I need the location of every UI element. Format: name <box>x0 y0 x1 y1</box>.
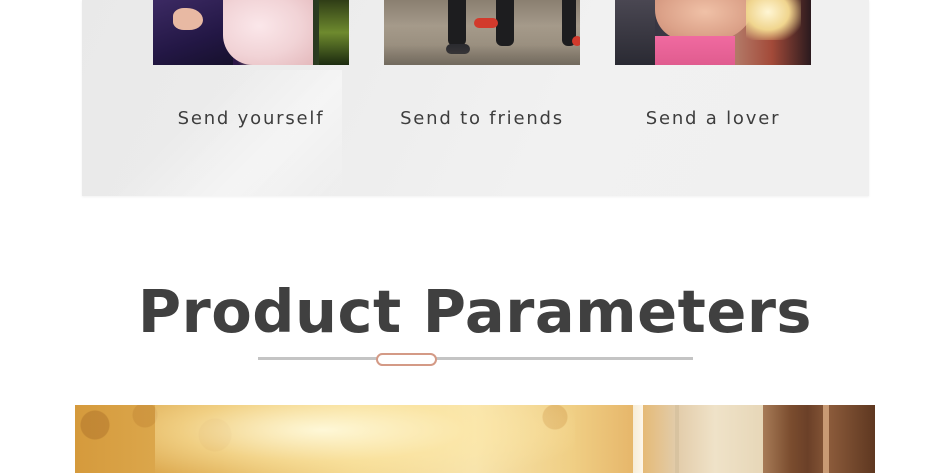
divider-line <box>258 357 693 360</box>
product-page: Send yourself Send to friends Send a lov… <box>0 0 950 473</box>
gift-options-panel: Send yourself Send to friends Send a lov… <box>82 0 869 196</box>
gift-caption: Send yourself <box>177 108 325 129</box>
gift-caption: Send to friends <box>400 108 564 129</box>
gift-card-lover: Send a lover <box>615 0 811 129</box>
title-divider <box>258 353 693 366</box>
couple-embrace-photo <box>153 0 349 65</box>
gift-card-yourself: Send yourself <box>153 0 349 129</box>
gift-card-friends: Send to friends <box>384 0 580 129</box>
gift-caption: Send a lover <box>645 108 781 129</box>
walking-feet-photo <box>384 0 580 65</box>
section-title: Product Parameters <box>137 277 813 346</box>
product-banner-photo <box>75 405 875 473</box>
lovers-hug-photo <box>615 0 811 65</box>
divider-pill-ornament <box>376 353 437 366</box>
